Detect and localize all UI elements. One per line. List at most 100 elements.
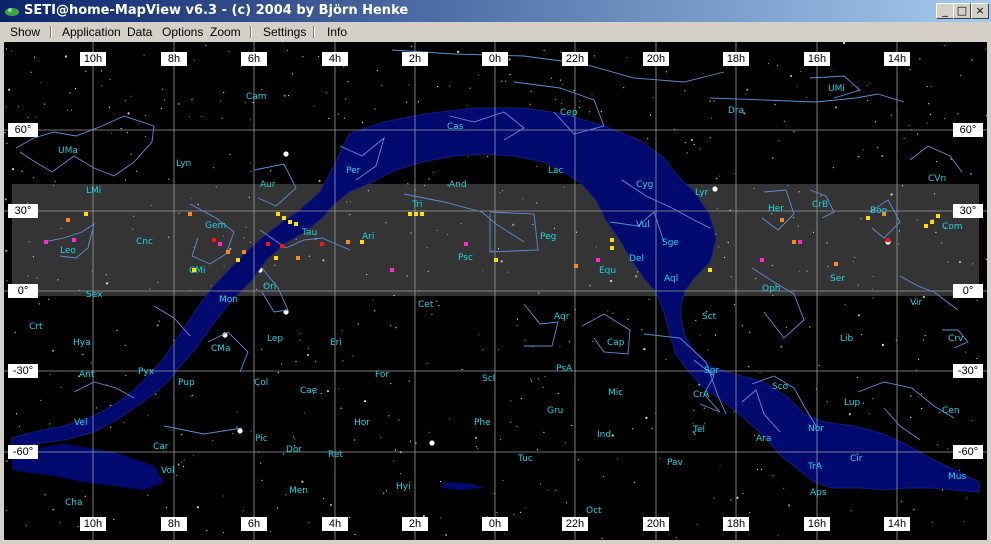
star	[438, 304, 440, 307]
constellation-label: Aqr	[554, 312, 570, 322]
menu-options[interactable]: Options	[162, 25, 203, 39]
constellation-label: Eri	[330, 338, 342, 348]
star	[571, 424, 573, 427]
star	[228, 50, 230, 53]
star	[501, 190, 503, 192]
workunit-marker	[218, 242, 222, 246]
star	[28, 241, 30, 243]
star	[820, 195, 822, 197]
star	[193, 60, 196, 62]
hour-label-bottom: 20h	[643, 517, 669, 531]
star	[6, 142, 8, 144]
constellation-label: Scl	[482, 374, 496, 384]
star	[385, 490, 388, 492]
star	[437, 85, 439, 88]
minimize-button[interactable]: _	[936, 3, 954, 19]
constellation-label: Aql	[664, 274, 679, 284]
star	[249, 241, 251, 243]
star	[985, 48, 987, 50]
star	[15, 413, 18, 415]
menu-separator	[313, 26, 315, 38]
star	[919, 58, 921, 60]
star	[124, 100, 127, 102]
star	[144, 136, 146, 138]
star	[719, 465, 721, 467]
star	[713, 497, 715, 499]
star	[868, 413, 870, 415]
star	[424, 184, 426, 187]
star	[818, 364, 820, 366]
menu-settings[interactable]: Settings	[263, 25, 306, 39]
star	[308, 255, 310, 257]
star	[788, 504, 791, 507]
star	[610, 279, 613, 283]
close-button[interactable]: ×	[971, 3, 989, 19]
star	[684, 141, 686, 143]
sky-map-canvas[interactable]	[4, 42, 987, 540]
star	[626, 56, 628, 59]
star	[328, 117, 330, 120]
star	[383, 492, 385, 494]
star	[27, 116, 29, 118]
star	[496, 512, 498, 514]
star	[578, 107, 581, 109]
star	[783, 487, 785, 489]
menu-show[interactable]: Show	[10, 25, 40, 39]
star	[372, 299, 374, 301]
constellation-label: Com	[942, 222, 963, 232]
star	[113, 518, 115, 520]
star	[707, 349, 709, 351]
star	[393, 294, 395, 297]
star	[303, 412, 305, 414]
star	[106, 282, 109, 285]
star	[612, 312, 614, 314]
star	[428, 431, 430, 433]
menu-info[interactable]: Info	[327, 25, 347, 39]
star	[84, 495, 86, 497]
star	[872, 275, 874, 277]
star	[524, 339, 526, 341]
constellation-label: CrA	[693, 390, 710, 400]
menu-data[interactable]: Data	[127, 25, 152, 39]
star	[90, 362, 92, 364]
star	[40, 399, 42, 401]
star	[566, 502, 568, 504]
workunit-marker	[274, 256, 278, 260]
star	[958, 260, 962, 264]
star	[900, 500, 903, 502]
constellation-label: Cha	[65, 498, 83, 508]
star	[718, 246, 720, 248]
star	[760, 468, 763, 470]
hour-label-top: 14h	[884, 52, 910, 66]
star	[215, 186, 217, 188]
star	[901, 185, 904, 187]
maximize-button[interactable]: □	[953, 3, 971, 19]
milky-way	[11, 107, 980, 493]
star	[144, 114, 146, 116]
star	[411, 45, 413, 47]
star	[695, 319, 697, 321]
star	[59, 521, 61, 523]
menu-zoom[interactable]: Zoom	[210, 25, 241, 39]
star	[573, 90, 575, 92]
star	[34, 56, 36, 58]
star	[101, 85, 103, 87]
star	[568, 341, 571, 343]
star	[917, 358, 920, 360]
app-icon	[5, 8, 19, 16]
star	[559, 345, 561, 347]
star	[748, 366, 750, 368]
menu-application[interactable]: Application	[62, 25, 121, 39]
star	[110, 426, 112, 428]
star	[426, 363, 428, 365]
star	[643, 348, 646, 351]
star	[550, 77, 553, 79]
star	[191, 395, 193, 397]
sky-map[interactable]: 10h 8h 6h 4h 2h 0h 22h 20h 18h 16h 14h 1…	[4, 42, 987, 540]
star	[965, 351, 967, 353]
constellation-label: Ser	[830, 274, 845, 284]
star	[250, 119, 252, 121]
constellation-label: Vul	[636, 220, 650, 230]
star	[166, 507, 168, 509]
star	[652, 97, 654, 99]
